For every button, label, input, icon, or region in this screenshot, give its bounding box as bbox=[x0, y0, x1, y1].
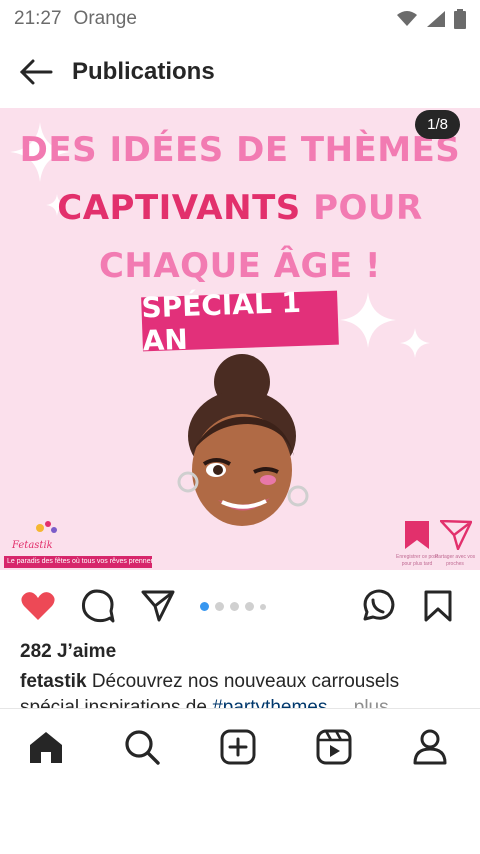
comment-button[interactable] bbox=[80, 588, 116, 624]
battery-icon bbox=[454, 9, 466, 29]
page-title: Publications bbox=[72, 58, 215, 85]
arrow-left-icon bbox=[19, 59, 53, 85]
comment-icon bbox=[82, 589, 115, 623]
whatsapp-button[interactable] bbox=[360, 588, 396, 624]
sparkle-icon bbox=[340, 292, 396, 348]
carousel-dots bbox=[200, 602, 266, 611]
slide-line-3: CHAQUE ÂGE ! bbox=[98, 246, 382, 286]
nav-create[interactable] bbox=[218, 727, 258, 767]
caption-username[interactable]: fetastik bbox=[20, 671, 87, 692]
back-button[interactable] bbox=[0, 38, 72, 106]
caption-hashtag[interactable]: #partythemes bbox=[212, 697, 327, 708]
carousel-dot bbox=[245, 602, 254, 611]
slide-tag: SPÉCIAL 1 AN bbox=[141, 286, 339, 357]
carousel-dot bbox=[260, 603, 266, 610]
memoji-illustration bbox=[177, 354, 309, 526]
like-button[interactable] bbox=[20, 588, 56, 624]
brand-banner: Le paradis des fêtes où tous vos rêves p… bbox=[4, 556, 152, 568]
signal-icon bbox=[427, 11, 445, 27]
whatsapp-icon bbox=[363, 589, 395, 621]
app-header: Publications bbox=[0, 38, 480, 106]
nav-reels[interactable] bbox=[314, 727, 354, 767]
likes-count[interactable]: 282 J’aime bbox=[20, 641, 116, 663]
profile-icon bbox=[413, 729, 447, 765]
slide-line-2-light: POUR bbox=[313, 188, 423, 228]
send-icon bbox=[141, 590, 175, 622]
save-button[interactable] bbox=[420, 588, 456, 624]
wifi-icon bbox=[397, 11, 417, 26]
carousel-dot bbox=[215, 602, 224, 611]
caption-more-link[interactable]: ... plus bbox=[333, 697, 389, 708]
send-slide-icon bbox=[440, 520, 472, 550]
carousel-counter: 1/8 bbox=[415, 110, 460, 139]
share-button[interactable] bbox=[140, 588, 176, 624]
post-caption: fetastik Découvrez nos nouveaux carrouse… bbox=[20, 670, 460, 694]
bookmark-slide-icon bbox=[405, 521, 429, 549]
post-caption-line-2: spécial inspirations de #partythemes ...… bbox=[20, 696, 460, 708]
search-icon bbox=[125, 730, 160, 765]
carousel-dot bbox=[230, 602, 239, 611]
slide-line-2-dark: CAPTIVANTS bbox=[57, 188, 301, 228]
caption-line2-text: spécial inspirations de bbox=[20, 697, 207, 708]
sparkle-icon bbox=[400, 328, 430, 358]
caption-text: Découvrez nos nouveaux carrousels bbox=[91, 671, 400, 692]
bookmark-icon bbox=[424, 590, 452, 622]
nav-home[interactable] bbox=[26, 727, 66, 767]
post-image[interactable]: DES IDÉES DE THÈMES CAPTIVANTS POUR CHAQ… bbox=[0, 108, 480, 570]
post-actions bbox=[0, 582, 480, 628]
brand-logo-text: Fetastik bbox=[12, 540, 53, 551]
share-caption: Partager avec vos proches bbox=[434, 554, 476, 567]
nav-search[interactable] bbox=[122, 727, 162, 767]
home-icon bbox=[30, 732, 62, 763]
bottom-nav bbox=[0, 708, 480, 784]
slide-line-1: DES IDÉES DE THÈMES bbox=[19, 130, 461, 170]
carousel-dot bbox=[200, 602, 209, 611]
create-icon bbox=[220, 729, 256, 765]
reels-icon bbox=[316, 729, 352, 765]
heart-filled-icon bbox=[21, 592, 55, 620]
status-bar: 21:27 Orange bbox=[0, 0, 480, 38]
nav-profile[interactable] bbox=[410, 727, 450, 767]
status-carrier: Orange bbox=[73, 8, 137, 29]
fetastik-logo bbox=[36, 521, 57, 533]
slide-line-2: CAPTIVANTS POUR bbox=[0, 188, 480, 228]
status-time: 21:27 bbox=[14, 8, 62, 29]
